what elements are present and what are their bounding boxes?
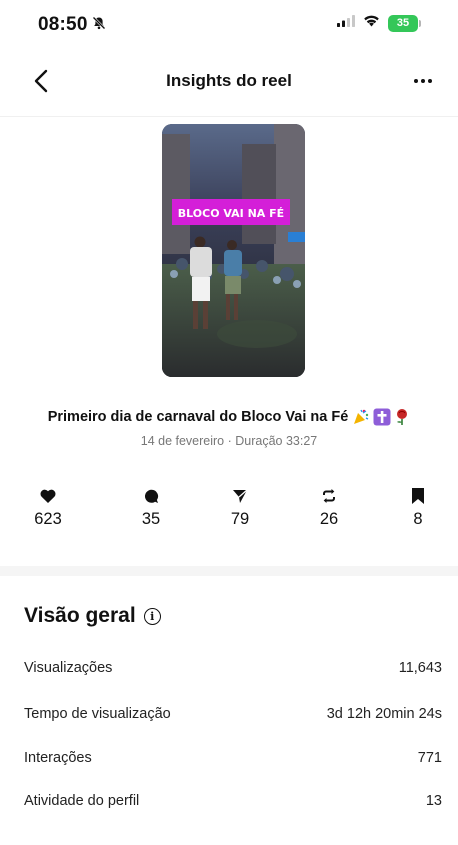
engagement-stats: 623 35 79 26 8: [0, 486, 458, 536]
battery-indicator: 35: [388, 14, 421, 32]
party-popper-icon: [354, 409, 369, 424]
overview-row-views: Visualizações 11,643: [24, 660, 442, 676]
section-divider: [0, 566, 458, 576]
thumbnail-sign-text: BLOCO VAI NA FÉ: [178, 207, 284, 220]
comments-count: 35: [141, 510, 161, 528]
info-icon[interactable]: i: [143, 607, 161, 625]
reel-thumbnail[interactable]: BLOCO VAI NA FÉ: [162, 124, 305, 377]
row-value: 3d 12h 20min 24s: [326, 706, 442, 722]
caption-emojis: [352, 408, 410, 426]
reposts-count: 26: [319, 510, 339, 528]
signal-icon: [337, 14, 355, 32]
header-divider: [0, 116, 458, 117]
reel-meta: 14 de fevereiro · Duração 33:27: [140, 434, 318, 448]
send-icon: [233, 489, 248, 503]
row-label: Interações: [24, 750, 92, 766]
bookmark-icon: [412, 488, 424, 504]
bell-slash-icon: [92, 14, 106, 36]
row-label: Visualizações: [24, 660, 113, 676]
stat-comments: 35: [121, 486, 181, 529]
overview-row-profile-activity[interactable]: Atividade do perfil 13: [24, 793, 442, 809]
more-horizontal-icon: [414, 79, 432, 83]
wifi-icon: [363, 14, 380, 32]
caption-text: Primeiro dia de carnaval do Bloco Vai na…: [47, 409, 349, 425]
row-value: 771: [417, 750, 442, 766]
more-options-button[interactable]: [408, 66, 438, 96]
likes-count: 623: [34, 510, 62, 528]
row-label: Atividade do perfil: [24, 793, 140, 809]
repost-icon: [323, 489, 335, 503]
row-label: Tempo de visualização: [24, 706, 171, 722]
stat-saves: 8: [388, 486, 448, 529]
overview-row-watch-time: Tempo de visualização 3d 12h 20min 24s: [24, 706, 442, 722]
reel-caption: Primeiro dia de carnaval do Bloco Vai na…: [0, 408, 458, 426]
page-title: Insights do reel: [166, 71, 292, 90]
overview-row-interactions[interactable]: Interações 771: [24, 750, 442, 766]
status-time-group: 08:50: [38, 14, 106, 36]
status-bar: 08:50 35: [0, 0, 458, 50]
latin-cross-icon: [373, 408, 391, 426]
comment-icon: [144, 489, 158, 503]
reel-thumbnail-image: BLOCO VAI NA FÉ: [162, 124, 305, 377]
header: Insights do reel: [0, 62, 458, 102]
overview-title: Visão geral: [24, 604, 136, 627]
saves-count: 8: [413, 510, 423, 528]
stat-likes: 623: [18, 486, 78, 529]
rose-icon: [397, 409, 408, 425]
row-value: 11,643: [398, 660, 442, 676]
overview-heading: Visão geral i: [24, 604, 161, 628]
shares-count: 79: [230, 510, 250, 528]
stat-shares: 79: [210, 486, 270, 529]
row-value: 13: [425, 793, 442, 809]
heart-icon: [40, 489, 56, 503]
status-time: 08:50: [38, 14, 88, 35]
status-indicators: 35: [337, 14, 421, 32]
stat-reposts: 26: [299, 486, 359, 529]
